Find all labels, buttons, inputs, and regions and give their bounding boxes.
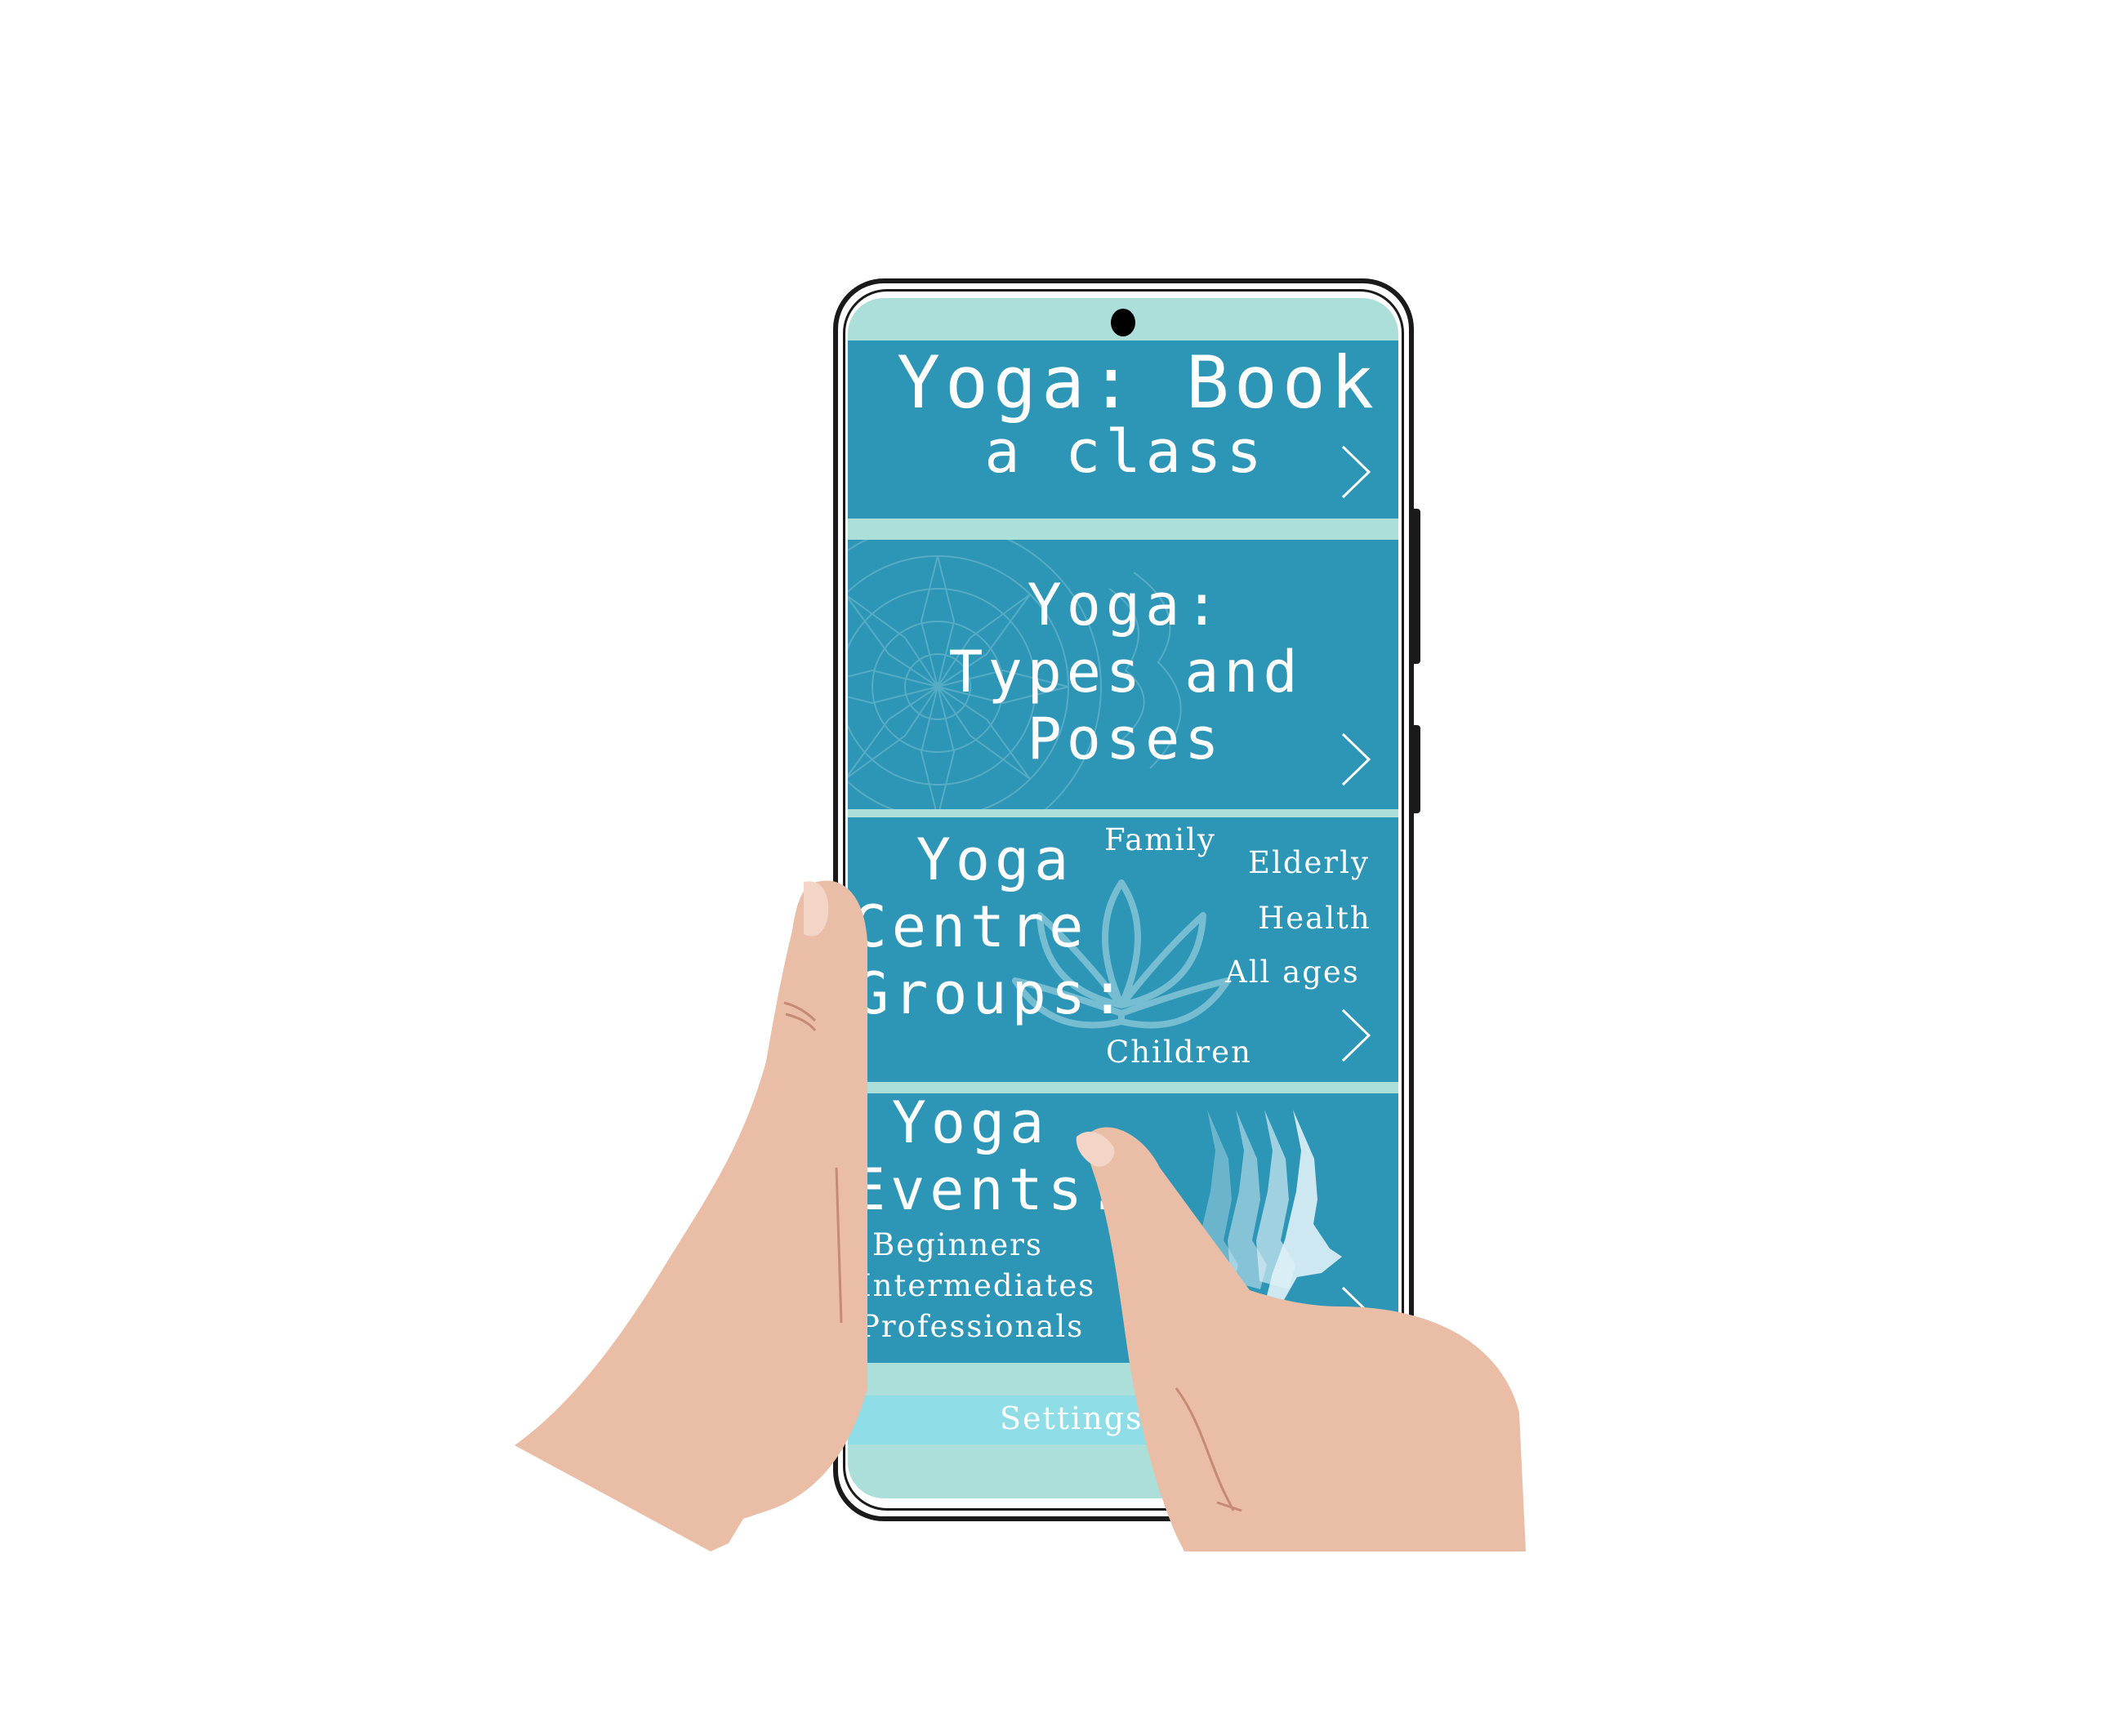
hands-illustration	[515, 880, 1526, 1551]
left-hand	[515, 880, 867, 1551]
stage: Yoga: Book a class Yoga: Types and Poses…	[0, 0, 2122, 1736]
right-hand	[1076, 1127, 1526, 1551]
